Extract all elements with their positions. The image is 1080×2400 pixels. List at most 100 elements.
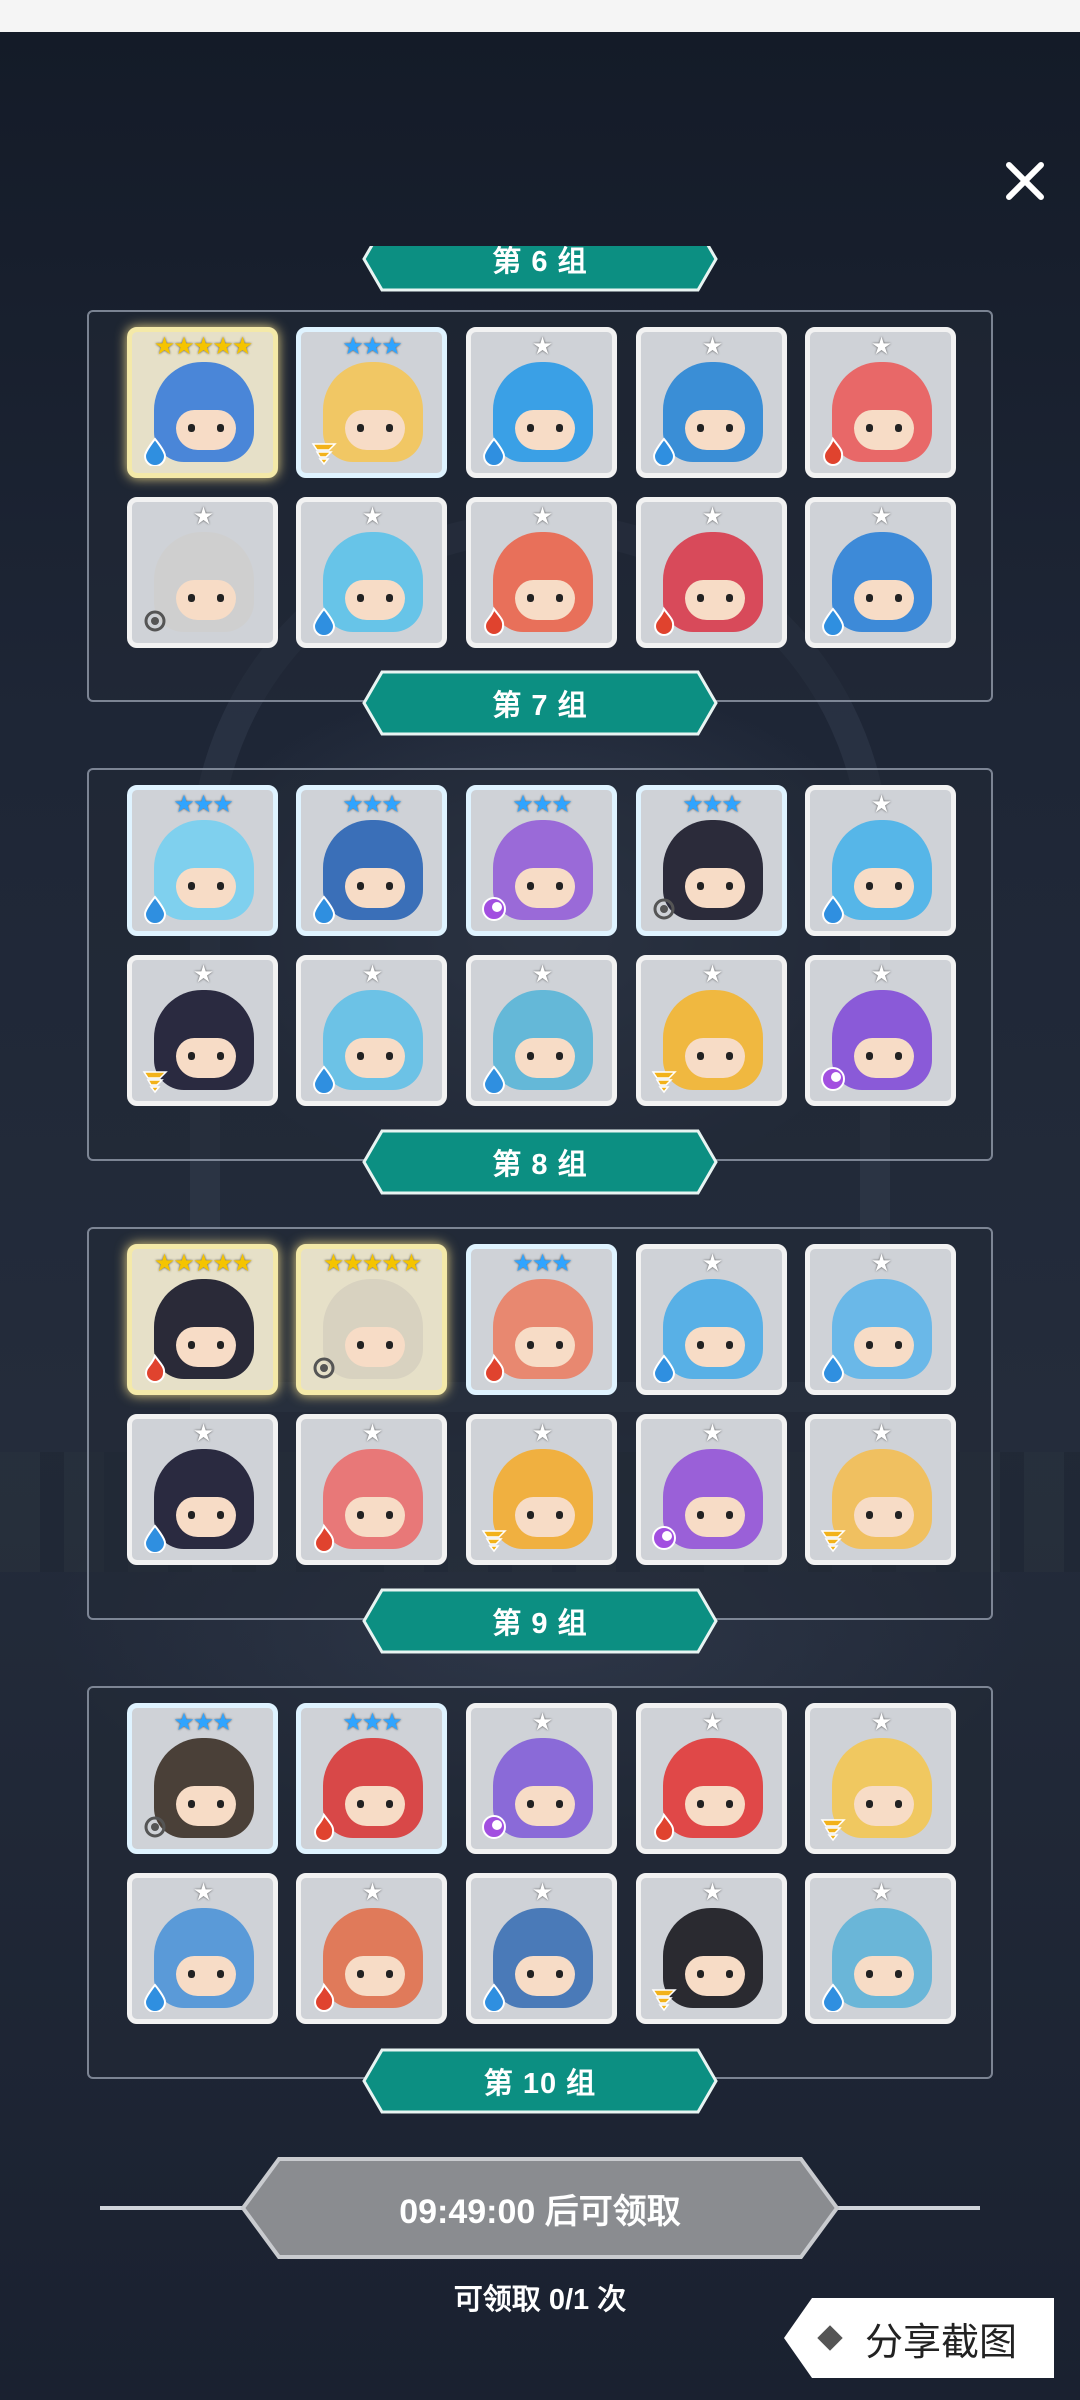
hero-eyes xyxy=(188,1052,224,1060)
hero-eyes xyxy=(527,1800,563,1808)
dark-element-icon xyxy=(479,894,509,924)
claim-button[interactable]: 09:49:00 后可领取 xyxy=(239,2156,841,2260)
star-rating: ★ xyxy=(192,503,215,530)
hero-card[interactable]: ★★★★★ xyxy=(127,1244,278,1395)
hero-card[interactable]: ★★★ xyxy=(296,327,447,478)
water-element-icon xyxy=(309,1064,339,1095)
hero-eyes xyxy=(527,882,563,890)
hero-eyes xyxy=(188,1970,224,1978)
hero-eyes xyxy=(188,1511,224,1519)
hero-eyes xyxy=(697,882,733,890)
hero-card[interactable]: ★ xyxy=(127,1873,278,2024)
hero-card[interactable]: ★ xyxy=(805,785,956,936)
hero-card[interactable]: ★ xyxy=(636,1703,787,1854)
star-rating: ★ xyxy=(870,1420,893,1447)
hero-card[interactable]: ★ xyxy=(296,955,447,1106)
hero-eyes xyxy=(357,1800,393,1808)
hero-card[interactable]: ★★★ xyxy=(296,785,447,936)
star-rating: ★★★★★ xyxy=(153,1250,254,1277)
water-element-icon xyxy=(818,1353,848,1384)
hero-eyes xyxy=(527,1511,563,1519)
fire-element-icon xyxy=(818,436,848,466)
water-element-icon xyxy=(479,1982,509,2013)
water-element-icon xyxy=(140,894,170,925)
hero-card[interactable]: ★ xyxy=(636,327,787,478)
hero-card[interactable]: ★ xyxy=(636,1414,787,1565)
hero-card[interactable]: ★ xyxy=(127,1414,278,1565)
hero-eyes xyxy=(527,1970,563,1978)
hero-card[interactable]: ★ xyxy=(127,497,278,648)
hero-card[interactable]: ★ xyxy=(466,497,617,648)
hero-eyes xyxy=(697,1511,733,1519)
hero-card[interactable]: ★★★ xyxy=(127,1703,278,1854)
star-rating: ★ xyxy=(361,961,384,988)
star-rating: ★★★ xyxy=(173,791,234,818)
star-rating: ★ xyxy=(870,1709,893,1736)
hero-card[interactable]: ★ xyxy=(296,497,447,648)
hero-eyes xyxy=(866,1052,902,1060)
star-rating: ★ xyxy=(361,503,384,530)
hero-card[interactable]: ★ xyxy=(805,955,956,1106)
star-rating: ★ xyxy=(531,961,554,988)
wind-element-icon xyxy=(479,1523,509,1553)
hero-card[interactable]: ★ xyxy=(636,1873,787,2024)
hero-card[interactable]: ★ xyxy=(296,1873,447,2024)
hero-card[interactable]: ★ xyxy=(636,1244,787,1395)
hero-card[interactable]: ★ xyxy=(805,327,956,478)
water-element-icon xyxy=(479,436,509,467)
hero-card[interactable]: ★★★ xyxy=(636,785,787,936)
hero-card[interactable]: ★ xyxy=(636,497,787,648)
group-ribbon: 第 7 组 xyxy=(362,670,718,736)
close-button[interactable] xyxy=(996,152,1054,210)
hero-card[interactable]: ★ xyxy=(805,497,956,648)
hero-card[interactable]: ★★★ xyxy=(296,1703,447,1854)
group-ribbon: 第 8 组 xyxy=(362,1129,718,1195)
hero-eyes xyxy=(357,1511,393,1519)
hero-card[interactable]: ★ xyxy=(466,1703,617,1854)
hero-card[interactable]: ★★★ xyxy=(127,785,278,936)
fire-element-icon xyxy=(649,1812,679,1842)
group-ribbon: 第 10 组 xyxy=(362,2048,718,2114)
hero-card[interactable]: ★ xyxy=(805,1873,956,2024)
fire-element-icon xyxy=(479,1353,509,1383)
claim-line-left xyxy=(100,2206,250,2210)
hero-eyes xyxy=(866,1511,902,1519)
hero-card[interactable]: ★ xyxy=(466,955,617,1106)
hero-card[interactable]: ★ xyxy=(466,1414,617,1565)
hero-eyes xyxy=(188,594,224,602)
close-icon xyxy=(1006,162,1044,200)
hero-card[interactable]: ★ xyxy=(127,955,278,1106)
hero-card[interactable]: ★★★★★ xyxy=(127,327,278,478)
star-rating: ★ xyxy=(701,1420,724,1447)
hero-card[interactable]: ★ xyxy=(636,955,787,1106)
hero-card[interactable]: ★ xyxy=(805,1244,956,1395)
star-rating: ★ xyxy=(361,1420,384,1447)
hero-card[interactable]: ★ xyxy=(296,1414,447,1565)
hero-card[interactable]: ★ xyxy=(805,1703,956,1854)
star-rating: ★ xyxy=(361,1879,384,1906)
fire-element-icon xyxy=(649,606,679,636)
share-label: 分享截图 xyxy=(864,2321,1017,2364)
hero-card[interactable]: ★ xyxy=(466,327,617,478)
group-panel: ★★★★★ ★★★★★ ★★★ ★ ★ ★ ★ ★ ★ ★ xyxy=(87,1227,993,1620)
hero-eyes xyxy=(357,594,393,602)
hero-card[interactable]: ★★★★★ xyxy=(296,1244,447,1395)
hero-card[interactable]: ★ xyxy=(466,1873,617,2024)
star-rating: ★★★ xyxy=(342,1709,403,1736)
hero-eyes xyxy=(357,1341,393,1349)
hero-card[interactable]: ★ xyxy=(805,1414,956,1565)
wind-element-icon xyxy=(309,436,339,466)
star-rating: ★ xyxy=(531,1879,554,1906)
hero-eyes xyxy=(866,882,902,890)
group-panel: ★★★ ★★★ ★★★ ★★★ ★ ★ ★ ★ ★ ★ xyxy=(87,768,993,1161)
fire-element-icon xyxy=(479,606,509,636)
star-rating: ★★★★★ xyxy=(322,1250,423,1277)
hero-eyes xyxy=(188,1341,224,1349)
share-screenshot-button[interactable]: 分享截图 xyxy=(784,2298,1054,2378)
fire-element-icon xyxy=(309,1812,339,1842)
hero-eyes xyxy=(866,594,902,602)
dark-element-icon xyxy=(818,1064,848,1094)
hero-card[interactable]: ★★★ xyxy=(466,785,617,936)
dark-element-icon xyxy=(479,1812,509,1842)
hero-card[interactable]: ★★★ xyxy=(466,1244,617,1395)
